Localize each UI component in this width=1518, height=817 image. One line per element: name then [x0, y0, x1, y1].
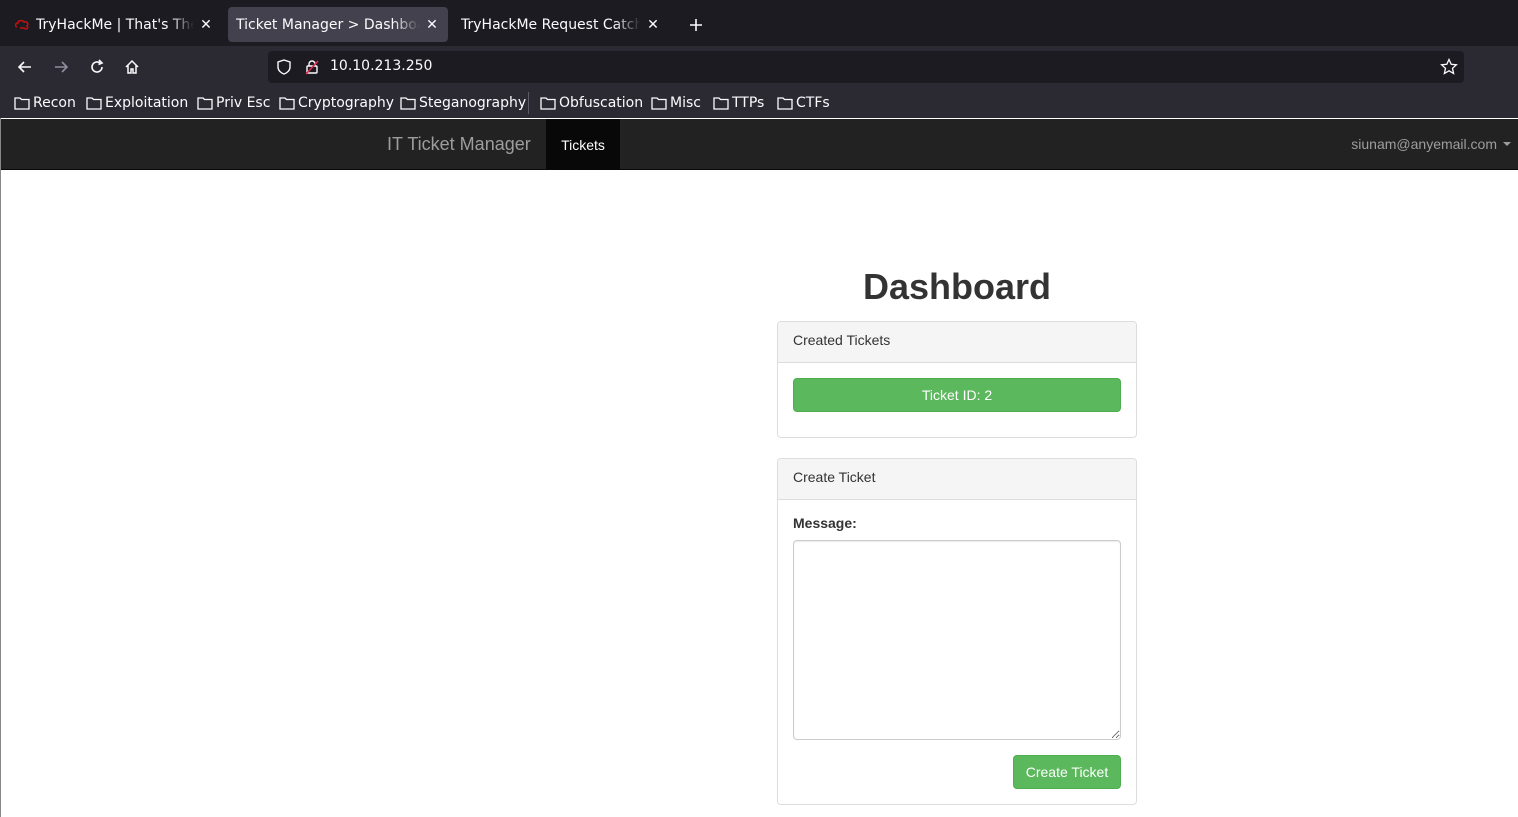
back-button[interactable] — [12, 54, 38, 80]
bookmark-folder-obfuscation[interactable]: Obfuscation — [540, 94, 643, 112]
bookmark-folder-priv-esc[interactable]: Priv Esc — [197, 94, 270, 112]
browser-tab-bar: TryHackMe | That's The Ti ✕ Ticket Manag… — [0, 0, 1518, 46]
home-button[interactable] — [119, 54, 145, 80]
bookmark-label: Priv Esc — [216, 95, 271, 111]
reload-icon — [91, 59, 104, 73]
folder-icon — [651, 97, 667, 110]
user-email: siunam@anyemail.com — [1351, 136, 1497, 152]
bookmark-label: Misc — [670, 95, 701, 111]
bookmark-folder-steganography[interactable]: Steganography — [400, 94, 526, 112]
site-navbar: IT Ticket Manager Tickets siunam@anyemai… — [1, 119, 1518, 170]
bookmark-label: Recon — [33, 95, 76, 111]
bookmark-folder-misc[interactable]: Misc — [651, 94, 701, 112]
bookmark-label: TTPs — [732, 95, 765, 111]
nav-tickets[interactable]: Tickets — [546, 119, 620, 170]
bookmark-folder-cryptography[interactable]: Cryptography — [279, 94, 394, 112]
browser-toolbar: 10.10.213.250 — [0, 46, 1518, 88]
browser-tab-tryhackme[interactable]: TryHackMe | That's The Ti ✕ — [6, 7, 222, 42]
tab-title: Ticket Manager > Dashboard — [236, 16, 420, 33]
bookmark-folder-ctfs[interactable]: CTFs — [777, 94, 830, 112]
tab-title: TryHackMe | That's The Ti — [36, 16, 194, 33]
bookmark-label: CTFs — [796, 95, 830, 111]
brand-link[interactable]: IT Ticket Manager — [387, 134, 531, 155]
new-tab-button[interactable] — [684, 13, 708, 37]
back-arrow-icon — [17, 61, 31, 73]
close-tab-icon[interactable]: ✕ — [198, 17, 214, 33]
folder-icon — [400, 97, 416, 110]
folder-icon — [86, 97, 102, 110]
bookmark-label: Cryptography — [298, 95, 395, 111]
bookmark-label: Obfuscation — [559, 95, 644, 111]
bookmark-folder-ttps[interactable]: TTPs — [713, 94, 764, 112]
folder-icon — [197, 97, 213, 110]
browser-tab-dashboard[interactable]: Ticket Manager > Dashboard ✕ — [228, 7, 448, 42]
home-icon — [125, 59, 139, 74]
url-text[interactable]: 10.10.213.250 — [330, 58, 432, 74]
close-tab-icon[interactable]: ✕ — [645, 17, 661, 33]
panel-heading: Create Ticket — [778, 459, 1136, 500]
shield-icon[interactable] — [276, 59, 292, 79]
bookmark-separator — [528, 92, 529, 114]
create-ticket-panel: Create Ticket Message: Create Ticket — [777, 458, 1137, 805]
tryhackme-favicon-icon — [14, 17, 30, 33]
bookmark-star-icon[interactable] — [1440, 57, 1458, 80]
bookmarks-bar: Recon Exploitation Priv Esc Cryptography… — [0, 88, 1518, 118]
page-content: IT Ticket Manager Tickets siunam@anyemai… — [0, 118, 1518, 817]
folder-icon — [777, 97, 793, 110]
caret-down-icon — [1503, 142, 1511, 146]
page-title: Dashboard — [862, 266, 1052, 307]
message-label: Message: — [793, 515, 857, 531]
panel-heading: Created Tickets — [778, 322, 1136, 363]
tab-title: TryHackMe Request Catcher — [461, 16, 641, 33]
create-ticket-button[interactable]: Create Ticket — [1013, 755, 1121, 789]
url-bar[interactable]: 10.10.213.250 — [268, 51, 1464, 83]
ticket-link[interactable]: Ticket ID: 2 — [793, 378, 1121, 412]
forward-button[interactable] — [48, 54, 74, 80]
created-tickets-panel: Created Tickets Ticket ID: 2 — [777, 321, 1137, 438]
user-menu-dropdown[interactable]: siunam@anyemail.com — [1351, 136, 1511, 152]
forward-arrow-icon — [55, 61, 69, 73]
folder-icon — [279, 97, 295, 110]
folder-icon — [14, 97, 30, 110]
folder-icon — [713, 97, 729, 110]
bookmark-label: Steganography — [419, 95, 527, 111]
reload-button[interactable] — [84, 54, 110, 80]
message-textarea[interactable] — [793, 540, 1121, 740]
insecure-lock-icon[interactable] — [304, 59, 320, 79]
bookmark-folder-recon[interactable]: Recon — [14, 94, 76, 112]
bookmark-label: Exploitation — [105, 95, 189, 111]
browser-tab-request-catcher[interactable]: TryHackMe Request Catcher ✕ — [453, 7, 669, 42]
folder-icon — [540, 97, 556, 110]
bookmark-folder-exploitation[interactable]: Exploitation — [86, 94, 188, 112]
close-tab-icon[interactable]: ✕ — [424, 17, 440, 33]
